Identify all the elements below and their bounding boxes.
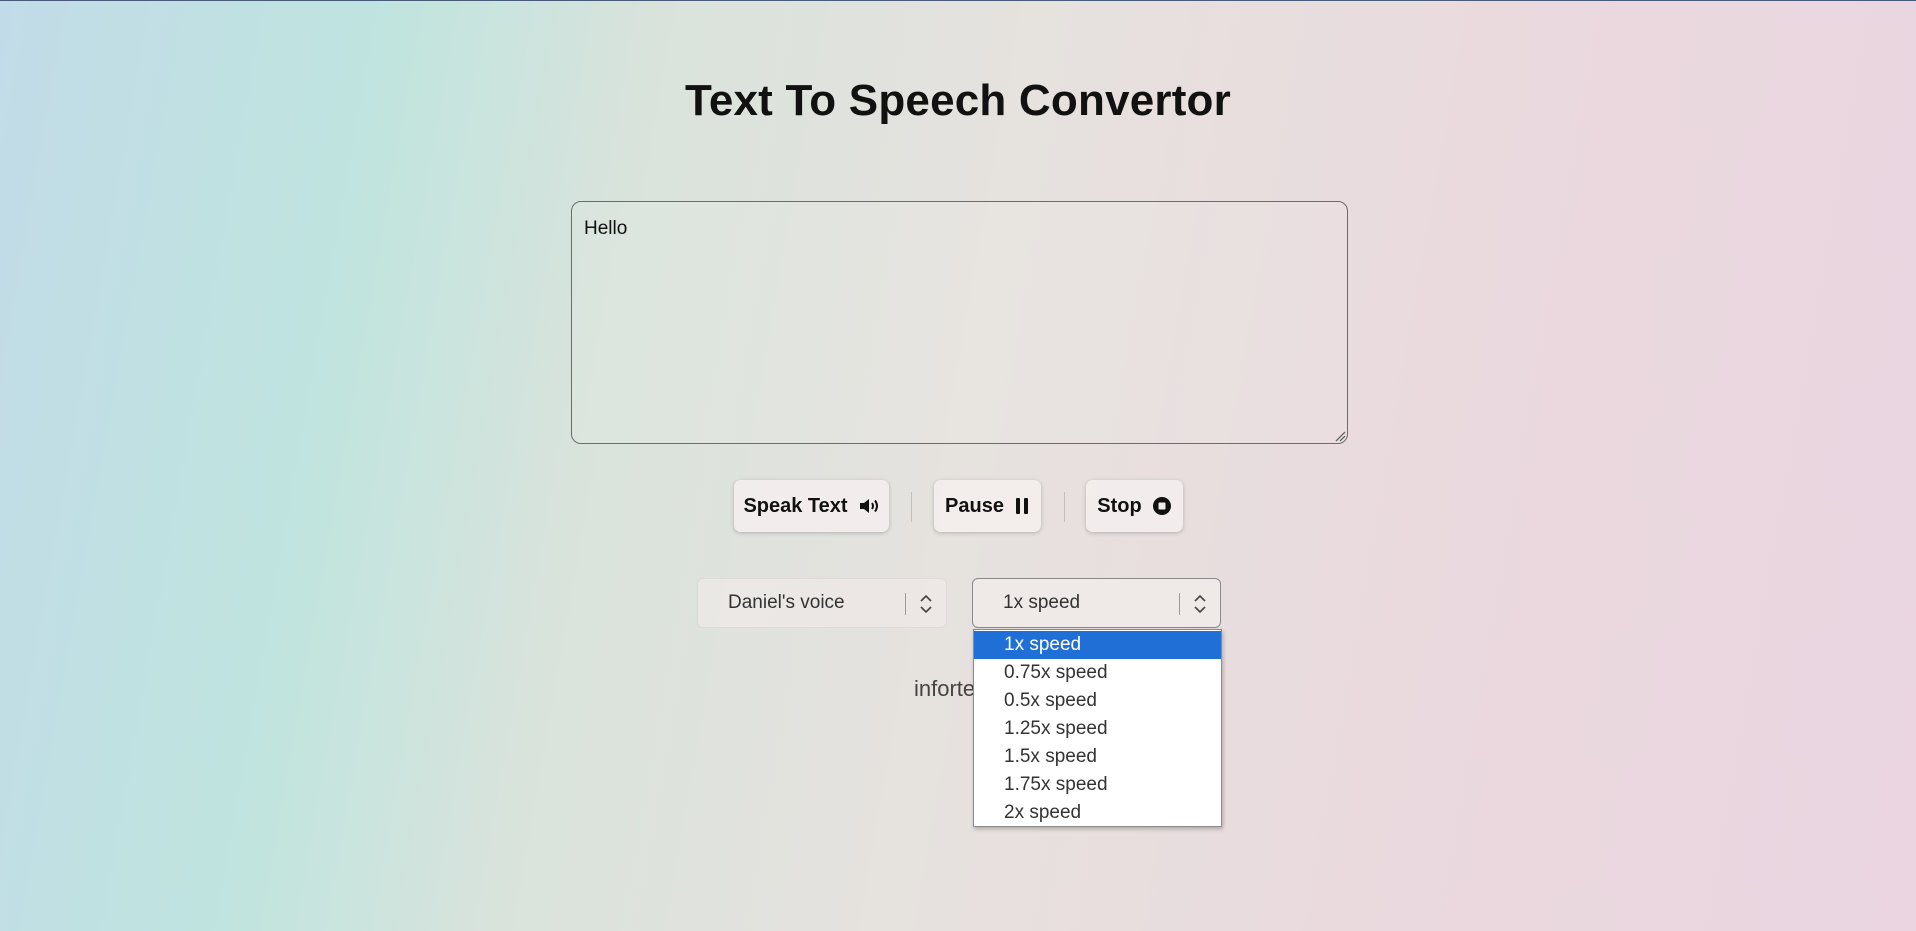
stop-label: Stop — [1097, 494, 1142, 517]
speed-select-value: 1x speed — [1003, 592, 1081, 613]
chevron-up-down-icon — [1194, 594, 1206, 614]
speed-option[interactable]: 1.75x speed — [974, 771, 1221, 799]
footer-text: inforte — [914, 676, 974, 701]
button-divider — [1064, 492, 1065, 522]
pause-icon — [1015, 498, 1028, 514]
window-top-border — [0, 0, 1916, 1]
voice-select-value: Daniel's voice — [728, 592, 845, 613]
pause-button[interactable]: Pause — [934, 480, 1041, 532]
speak-text-button[interactable]: Speak Text — [734, 480, 889, 532]
speak-text-label: Speak Text — [743, 494, 848, 517]
page-title: Text To Speech Convertor — [685, 76, 1231, 125]
stop-circle-icon — [1152, 497, 1171, 515]
select-separator — [905, 593, 906, 615]
speed-option[interactable]: 2x speed — [974, 799, 1221, 827]
button-divider — [911, 492, 912, 522]
stop-button[interactable]: Stop — [1086, 480, 1183, 532]
select-separator — [1179, 593, 1180, 615]
pause-label: Pause — [945, 494, 1004, 517]
speed-select[interactable]: 1x speed — [972, 578, 1221, 628]
voice-select[interactable]: Daniel's voice — [697, 578, 947, 628]
speed-option[interactable]: 1.25x speed — [974, 715, 1221, 743]
resize-grip-icon[interactable] — [1334, 430, 1346, 442]
text-input[interactable]: Hello — [571, 201, 1348, 444]
speed-dropdown-list[interactable]: 1x speed 0.75x speed 0.5x speed 1.25x sp… — [973, 629, 1222, 827]
speaker-icon — [859, 499, 878, 513]
speed-option[interactable]: 0.75x speed — [974, 659, 1221, 687]
speed-option[interactable]: 1.5x speed — [974, 743, 1221, 771]
speed-option[interactable]: 1x speed — [974, 631, 1221, 659]
chevron-up-down-icon — [920, 594, 932, 614]
speed-option[interactable]: 0.5x speed — [974, 687, 1221, 715]
